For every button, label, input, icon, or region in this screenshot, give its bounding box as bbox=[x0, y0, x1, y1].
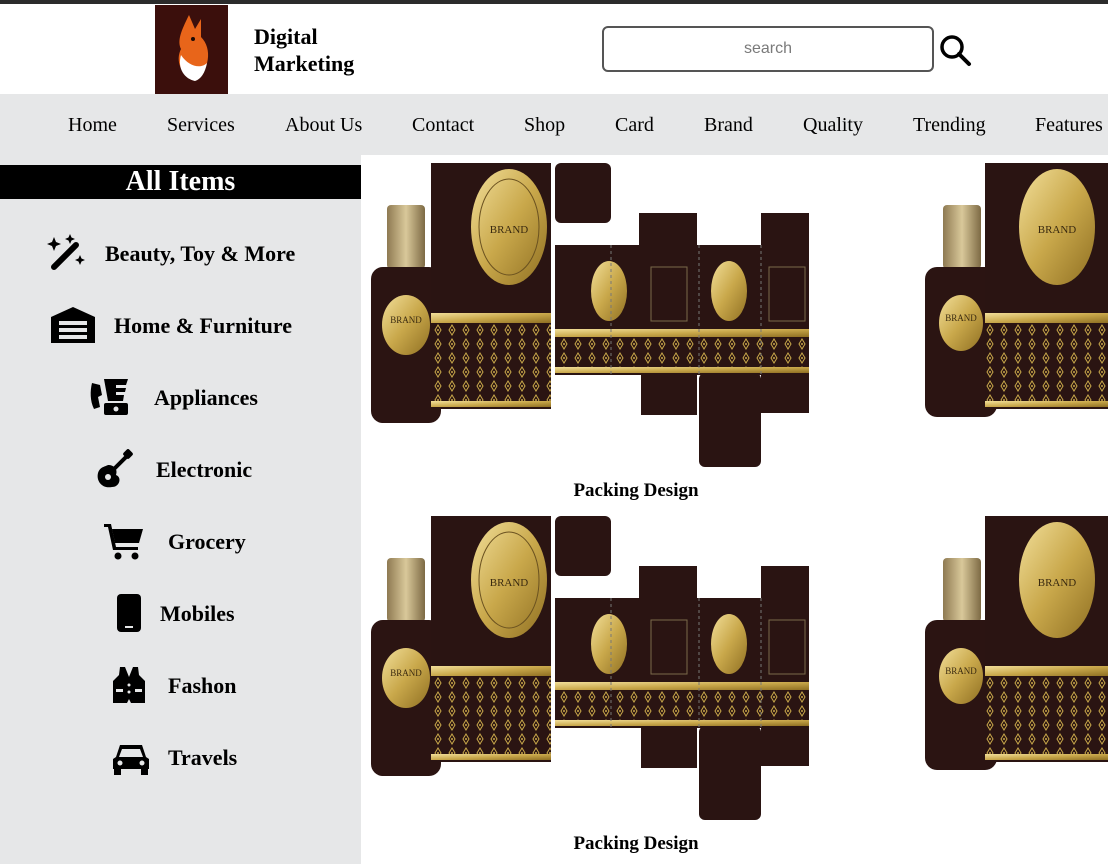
blender-phone-icon bbox=[90, 377, 130, 417]
search-input[interactable] bbox=[602, 26, 934, 72]
product-image[interactable] bbox=[913, 155, 1108, 473]
search-icon[interactable] bbox=[938, 33, 972, 67]
category-travels[interactable]: Travels bbox=[112, 737, 252, 781]
mobile-icon bbox=[116, 593, 142, 633]
product-image[interactable] bbox=[361, 508, 809, 826]
category-label: Appliances bbox=[154, 385, 258, 410]
category-mobiles[interactable]: Mobiles bbox=[116, 593, 256, 637]
nav-home[interactable]: Home bbox=[68, 113, 117, 137]
nav-card[interactable]: Card bbox=[615, 113, 654, 137]
category-appliances[interactable]: Appliances bbox=[90, 377, 280, 421]
nav-contact[interactable]: Contact bbox=[412, 113, 474, 137]
vest-icon bbox=[112, 665, 146, 705]
nav-trending[interactable]: Trending bbox=[913, 113, 986, 137]
fox-logo[interactable] bbox=[155, 5, 228, 94]
category-electronic[interactable]: Electronic bbox=[94, 449, 274, 493]
category-label: Electronic bbox=[156, 457, 253, 482]
nav-shop[interactable]: Shop bbox=[524, 113, 565, 137]
category-sidebar: All Items Beauty, Toy & More Home & Furn… bbox=[0, 155, 361, 864]
category-fashion[interactable]: Fashon bbox=[112, 665, 252, 709]
shopping-cart-icon bbox=[104, 521, 144, 561]
category-label: Beauty, Toy & More bbox=[105, 241, 296, 266]
category-grocery[interactable]: Grocery bbox=[104, 521, 264, 565]
warehouse-icon bbox=[50, 305, 96, 345]
category-label: Grocery bbox=[168, 529, 246, 554]
category-label: Travels bbox=[168, 745, 238, 770]
category-label: Fashon bbox=[168, 673, 237, 698]
site-header: Digital Marketing bbox=[0, 4, 1108, 94]
product-image[interactable] bbox=[361, 155, 809, 473]
category-beauty[interactable]: Beauty, Toy & More bbox=[46, 233, 316, 277]
product-grid: Packing Design Packing Design bbox=[361, 155, 1108, 864]
nav-brand[interactable]: Brand bbox=[704, 113, 753, 137]
magic-wand-icon bbox=[46, 233, 86, 273]
product-image[interactable] bbox=[913, 508, 1108, 826]
product-caption: Packing Design bbox=[573, 833, 699, 854]
product-card: Packing Design bbox=[361, 508, 1108, 858]
product-card: Packing Design bbox=[361, 155, 1108, 505]
product-caption: Packing Design bbox=[573, 480, 699, 501]
sidebar-title: All Items bbox=[0, 165, 361, 199]
nav-about-us[interactable]: About Us bbox=[285, 113, 362, 137]
brand-name: Digital Marketing bbox=[254, 23, 354, 77]
brand-line-1: Digital bbox=[254, 24, 318, 49]
guitar-icon bbox=[94, 449, 134, 489]
brand-line-2: Marketing bbox=[254, 51, 355, 76]
category-home-furniture[interactable]: Home & Furniture bbox=[50, 305, 310, 349]
nav-quality[interactable]: Quality bbox=[803, 113, 863, 137]
category-label: Mobiles bbox=[160, 601, 235, 626]
nav-features[interactable]: Features bbox=[1035, 113, 1103, 137]
nav-services[interactable]: Services bbox=[167, 113, 235, 137]
main-nav: Home Services About Us Contact Shop Card… bbox=[0, 94, 1108, 155]
car-icon bbox=[112, 737, 150, 777]
category-label: Home & Furniture bbox=[114, 313, 293, 338]
